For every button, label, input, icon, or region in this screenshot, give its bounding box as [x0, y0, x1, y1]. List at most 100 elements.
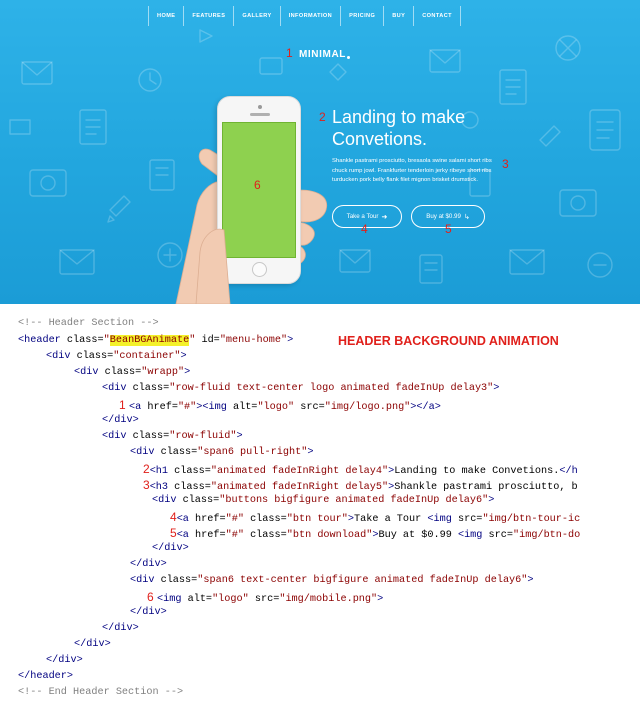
code-line: 2<h1 class="animated fadeInRight delay4"…	[143, 461, 578, 477]
code-line: <div class="row-fluid">	[102, 429, 243, 445]
code-token: class=	[182, 495, 220, 506]
code-token: class=	[174, 466, 211, 477]
code-token: "row-fluid text-center logo animated fad…	[169, 383, 494, 394]
code-token: "#"	[225, 530, 244, 541]
code-token: <div	[74, 367, 105, 378]
code-token: class=	[160, 575, 198, 586]
code-token: "img/btn-do	[513, 530, 581, 541]
code-token: <div	[46, 351, 77, 362]
code-marker: 6	[147, 590, 158, 604]
code-token: src=	[457, 514, 483, 525]
code-token: class=	[174, 482, 211, 493]
header-animation-note: HEADER BACKGROUND ANIMATION	[338, 334, 559, 348]
code-token: src=	[248, 594, 280, 605]
code-token: class=	[66, 335, 104, 346]
code-token: class=	[243, 514, 287, 525]
code-token: <div	[102, 383, 133, 394]
code-line: </div>	[130, 557, 167, 573]
download-arrow-icon: ↳	[463, 213, 470, 221]
code-marker: 1	[119, 398, 130, 412]
code-line: </div>	[152, 541, 189, 557]
code-token: <header	[18, 335, 67, 346]
arrow-right-icon: ➜	[381, 213, 388, 221]
code-token: "#"	[225, 514, 244, 525]
code-token: "span6 pull-right"	[197, 447, 308, 458]
code-line: 6 <img alt="logo" src="img/mobile.png">	[147, 589, 383, 605]
code-line: <div class="container">	[46, 349, 187, 365]
code-line: 5<a href="#" class="btn download">Buy at…	[170, 525, 580, 541]
code-token: <img	[457, 530, 489, 541]
code-line: </div>	[102, 413, 139, 429]
code-token: <div	[102, 431, 133, 442]
code-token: "#"	[177, 402, 197, 413]
code-token: </div>	[102, 623, 139, 634]
code-token: BeanBGAnimate	[109, 335, 190, 346]
code-token: href=	[195, 514, 226, 525]
code-token: >	[493, 383, 500, 394]
code-token: >	[488, 495, 495, 506]
code-token: <!-- Header Section -->	[18, 318, 159, 329]
code-token: >	[287, 335, 294, 346]
code-token: <div	[152, 495, 183, 506]
code-token: class=	[132, 383, 170, 394]
code-token: >	[307, 447, 314, 458]
code-token: >	[236, 431, 243, 442]
code-token: Take a Tour	[354, 514, 428, 525]
code-token: </h	[559, 466, 578, 477]
code-token: <h1	[149, 466, 175, 477]
code-token: alt=	[187, 594, 213, 605]
code-token: </div>	[46, 655, 83, 666]
code-line: </header>	[18, 669, 73, 685]
code-line: <div class="span6 pull-right">	[130, 445, 313, 461]
code-token: </div>	[130, 559, 167, 570]
code-token: >	[184, 367, 191, 378]
code-line: </div>	[46, 653, 83, 669]
code-token: "container"	[113, 351, 181, 362]
code-line: <div class="row-fluid text-center logo a…	[102, 381, 499, 397]
code-token: </div>	[74, 639, 111, 650]
code-token: "logo"	[257, 402, 295, 413]
code-token: "logo"	[212, 594, 249, 605]
code-token: href=	[147, 402, 178, 413]
code-token: >	[377, 594, 384, 605]
marker-2: 2	[319, 110, 326, 124]
headline: Landing to make Convetions.	[332, 107, 466, 149]
code-line: 3<h3 class="animated fadeInRight delay5"…	[143, 477, 578, 493]
code-line: <header class="BeanBGAnimate" id="menu-h…	[18, 333, 293, 349]
code-token: <img	[427, 514, 458, 525]
code-token: "animated fadeInRight delay5"	[210, 482, 389, 493]
code-token: <!-- End Header Section -->	[18, 687, 184, 698]
code-token: href=	[195, 530, 226, 541]
marker-6: 6	[254, 178, 261, 192]
code-token: "wrapp"	[141, 367, 185, 378]
code-token: "animated fadeInRight delay4"	[210, 466, 389, 477]
code-token: id=	[195, 335, 220, 346]
code-line: 4<a href="#" class="btn tour">Take a Tou…	[170, 509, 580, 525]
code-line: 1 <a href="#"><img alt="logo" src="img/l…	[119, 397, 441, 413]
code-marker: 4	[170, 510, 177, 524]
code-token: ><img	[196, 402, 233, 413]
code-token: src=	[294, 402, 325, 413]
code-token: </div>	[130, 607, 167, 618]
code-token: </div>	[152, 543, 189, 554]
code-token: class=	[76, 351, 114, 362]
code-line: <div class="span6 text-center bigfigure …	[130, 573, 534, 589]
code-marker: 2	[143, 462, 150, 476]
code-token: <img	[157, 594, 188, 605]
hand-thumb	[195, 228, 231, 304]
code-token: <a	[176, 530, 196, 541]
code-token: class=	[132, 431, 170, 442]
code-token: Shankle pastrami prosciutto, b	[394, 482, 578, 493]
code-token: class=	[160, 447, 198, 458]
code-token: src=	[488, 530, 513, 541]
code-token: "row-fluid"	[169, 431, 237, 442]
code-token: <h3	[149, 482, 175, 493]
code-token: <a	[129, 402, 148, 413]
code-line: <div class="buttons bigfigure animated f…	[152, 493, 494, 509]
code-token: <a	[176, 514, 196, 525]
code-token: "img/logo.png"	[324, 402, 411, 413]
code-line: </div>	[74, 637, 111, 653]
code-listing: <!-- Header Section --> <header class="Be…	[0, 304, 640, 720]
code-token: class=	[243, 530, 287, 541]
code-marker: 3	[143, 478, 150, 492]
